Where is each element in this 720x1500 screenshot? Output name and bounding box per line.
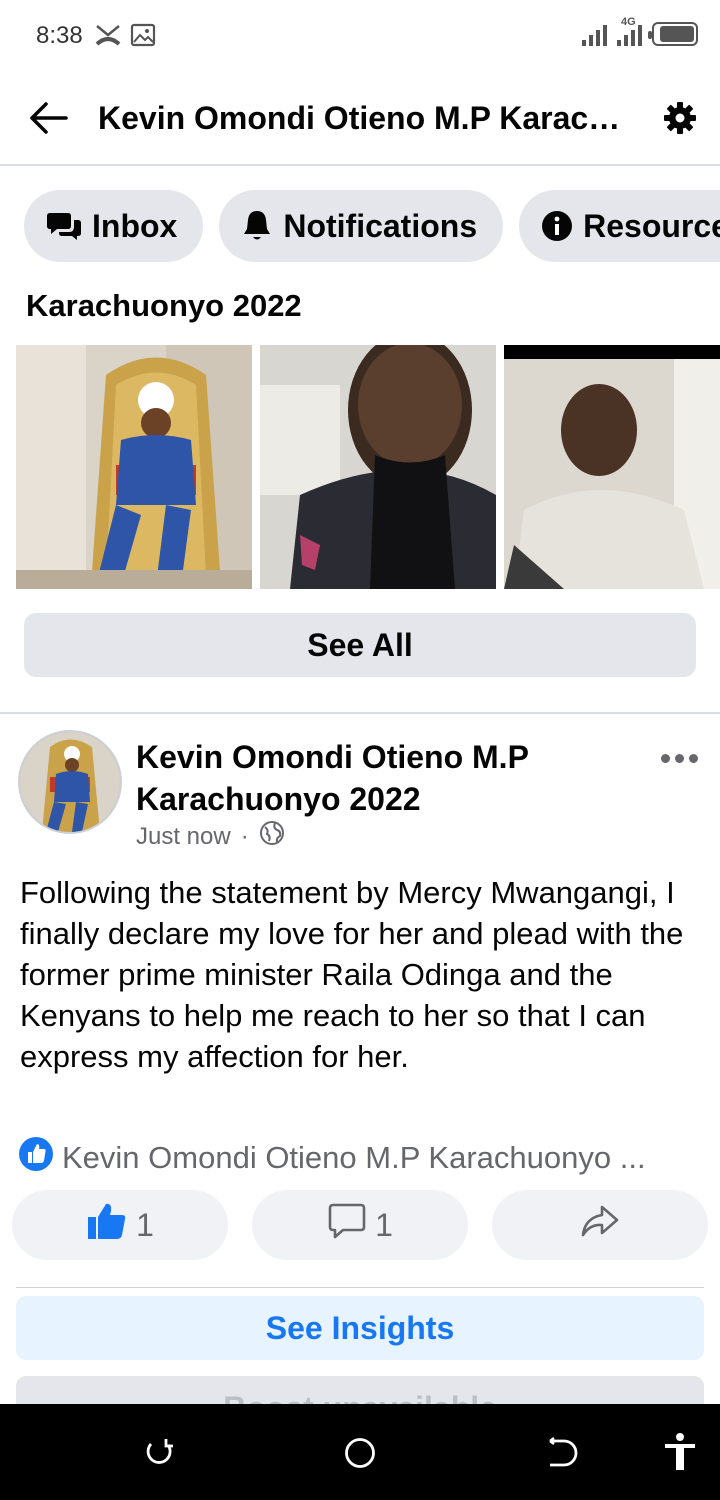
avatar-image — [20, 732, 120, 832]
post-actions: 1 1 — [12, 1190, 708, 1260]
page-header: Kevin Omondi Otieno M.P Karachuonyo 2022 — [0, 72, 720, 166]
post-meta: Just now · — [136, 820, 285, 853]
comment-button[interactable]: 1 — [252, 1190, 468, 1260]
home-circle-icon — [345, 1438, 375, 1468]
like-count: 1 — [136, 1206, 154, 1243]
photo-strip — [16, 345, 720, 589]
notifications-chip[interactable]: Notifications — [219, 190, 504, 262]
photos-section-title: Karachuonyo 2022 — [26, 288, 302, 323]
signal-4g-icon: 4G — [617, 16, 642, 46]
comment-icon — [327, 1201, 367, 1249]
like-reaction-icon — [18, 1136, 54, 1180]
man-portrait-image — [260, 345, 496, 589]
messenger-icon — [46, 210, 82, 242]
post-options-button[interactable] — [661, 754, 698, 763]
thumbs-up-icon — [86, 1201, 128, 1249]
share-button[interactable] — [492, 1190, 708, 1260]
back-button[interactable] — [26, 98, 70, 138]
home-button[interactable] — [343, 1436, 377, 1470]
accessibility-button[interactable] — [662, 1432, 698, 1472]
more-dot-icon — [661, 754, 670, 763]
share-icon — [580, 1203, 620, 1247]
back-nav-button[interactable] — [544, 1436, 578, 1470]
see-insights-button[interactable]: See Insights — [16, 1296, 704, 1360]
back-arrow-icon — [30, 102, 68, 134]
notifications-label: Notifications — [283, 207, 478, 244]
page-title: Kevin Omondi Otieno M.P Karachuonyo 2022 — [98, 100, 628, 136]
status-right-icons: 4G — [582, 16, 698, 46]
see-all-button[interactable]: See All — [24, 613, 696, 677]
comment-count: 1 — [375, 1206, 393, 1243]
post-body: Following the statement by Mercy Mwangan… — [20, 875, 684, 1074]
globe-icon — [259, 820, 285, 853]
actions-divider — [16, 1287, 704, 1288]
accessibility-icon — [665, 1433, 695, 1470]
photo-thumbnail-2[interactable] — [260, 345, 496, 589]
status-left-icons — [94, 22, 156, 53]
shortcut-chips: Inbox Notifications Resources — [24, 190, 720, 262]
man-selfie-image — [504, 345, 720, 589]
battery-icon — [648, 22, 698, 46]
recents-icon — [146, 1439, 173, 1464]
photo-thumbnail-3[interactable] — [504, 345, 720, 589]
bell-icon — [241, 209, 273, 243]
missed-call-icon — [94, 22, 122, 53]
info-icon — [541, 210, 573, 242]
signal-icon — [582, 20, 607, 46]
more-dot-icon — [675, 754, 684, 763]
inbox-label: Inbox — [92, 207, 178, 244]
meta-separator: · — [240, 822, 249, 850]
system-navigation-bar — [0, 1404, 720, 1500]
inbox-chip[interactable]: Inbox — [24, 190, 204, 262]
post-author-name[interactable]: Kevin Omondi Otieno M.P Karachuonyo 2022 — [136, 736, 616, 820]
status-bar: 8:38 4G — [0, 0, 720, 72]
back-nav-icon — [549, 1437, 578, 1467]
avatar[interactable] — [18, 730, 122, 834]
status-time: 8:38 — [36, 22, 83, 49]
post-timestamp[interactable]: Just now — [136, 823, 231, 851]
reactions-text: Kevin Omondi Otieno M.P Karachuonyo ... — [62, 1140, 646, 1175]
reactions-summary[interactable]: Kevin Omondi Otieno M.P Karachuonyo ... — [18, 1136, 698, 1180]
photo-thumbnail-1[interactable] — [16, 345, 252, 589]
like-button[interactable]: 1 — [12, 1190, 228, 1260]
resources-chip[interactable]: Resources — [519, 190, 720, 262]
more-dot-icon — [689, 754, 698, 763]
section-divider — [0, 712, 720, 714]
screen: 8:38 4G Kevin Omondi Otieno M.P Karachu … — [0, 0, 720, 1500]
image-icon — [130, 22, 156, 53]
settings-button[interactable] — [662, 100, 698, 136]
network-label: 4G — [621, 16, 636, 28]
gear-icon — [664, 102, 696, 134]
man-on-throne-image — [16, 345, 252, 589]
recent-apps-button[interactable] — [142, 1436, 176, 1470]
resources-label: Resources — [583, 207, 720, 244]
